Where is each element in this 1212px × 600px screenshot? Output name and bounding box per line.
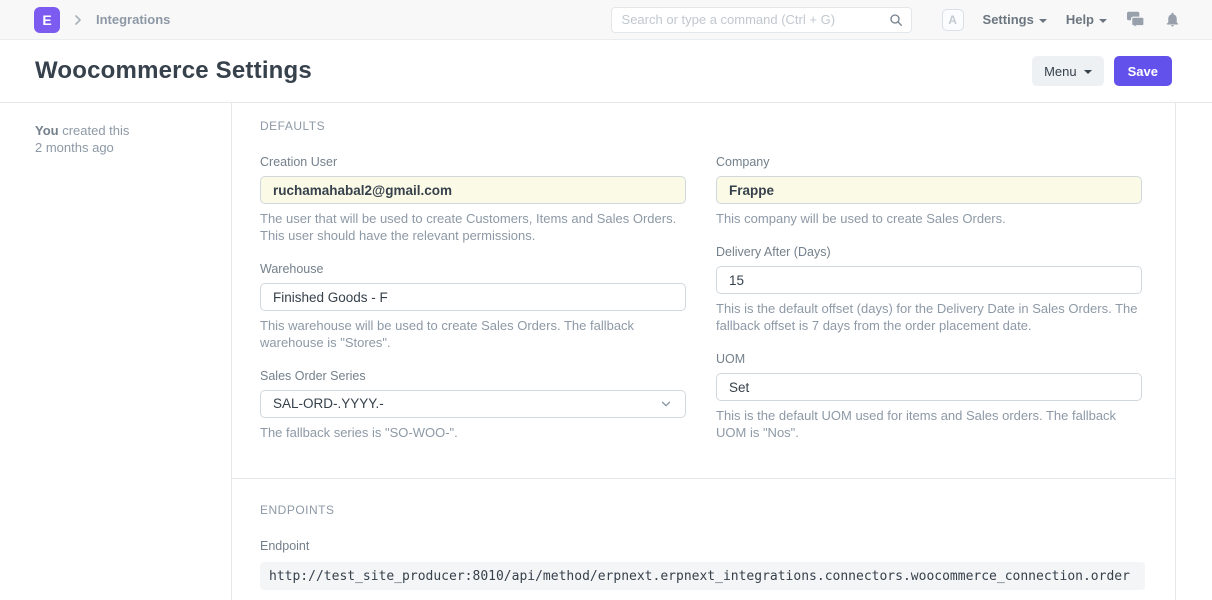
creation-user-label: Creation User [260,155,686,170]
search-icon[interactable] [888,12,904,33]
endpoint-label: Endpoint [260,539,1142,554]
created-by-line: You created this [35,122,211,139]
delivery-after-days-input[interactable] [716,266,1142,294]
creation-user-input[interactable] [260,176,686,204]
search-input[interactable] [611,7,912,33]
defaults-right-column: Company This company will be used to cre… [716,155,1142,459]
chevron-down-icon [1039,19,1047,23]
page-title: Woocommerce Settings [35,57,312,85]
top-navbar: E Integrations A Settings Help [0,0,1212,40]
section-title-endpoints: ENDPOINTS [260,503,1142,517]
company-description: This company will be used to create Sale… [716,210,1142,227]
field-uom: UOM This is the default UOM used for ite… [716,352,1142,441]
delivery-after-days-label: Delivery After (Days) [716,245,1142,260]
uom-description: This is the default UOM used for items a… [716,407,1142,441]
chevron-down-icon [1099,19,1107,23]
company-input[interactable] [716,176,1142,204]
menu-button-label: Menu [1044,64,1077,79]
settings-menu[interactable]: Settings [983,12,1047,27]
page-header: Woocommerce Settings Menu Save [0,40,1212,103]
warehouse-label: Warehouse [260,262,686,277]
chat-icon[interactable] [1126,11,1145,28]
section-defaults: DEFAULTS Creation User The user that wil… [232,103,1175,459]
menu-button[interactable]: Menu [1032,56,1104,86]
field-delivery-after-days: Delivery After (Days) This is the defaul… [716,245,1142,334]
settings-label: Settings [983,12,1034,27]
section-title-defaults: DEFAULTS [260,119,1142,133]
company-label: Company [716,155,1142,170]
erpnext-logo[interactable]: E [34,7,60,33]
section-endpoints: ENDPOINTS Endpoint http://test_site_prod… [232,478,1175,590]
sales-order-series-label: Sales Order Series [260,369,686,384]
page-actions: Menu Save [1032,56,1172,86]
form-sidebar: You created this 2 months ago [0,103,232,600]
chevron-down-icon [659,397,673,411]
uom-label: UOM [716,352,1142,367]
uom-input[interactable] [716,373,1142,401]
created-by-user: You [35,123,59,138]
chevron-down-icon [1084,70,1092,74]
field-sales-order-series: Sales Order Series SAL-ORD-.YYYY.- The f… [260,369,686,441]
sales-order-series-value: SAL-ORD-.YYYY.- [273,391,384,417]
field-creation-user: Creation User The user that will be used… [260,155,686,244]
content-layout: You created this 2 months ago DEFAULTS C… [0,103,1212,600]
creation-user-description: The user that will be used to create Cus… [260,210,686,244]
warehouse-description: This warehouse will be used to create Sa… [260,317,686,351]
defaults-left-column: Creation User The user that will be used… [260,155,686,459]
warehouse-input[interactable] [260,283,686,311]
save-button[interactable]: Save [1114,56,1172,86]
help-menu[interactable]: Help [1066,12,1107,27]
endpoint-value: http://test_site_producer:8010/api/metho… [260,562,1145,590]
global-search [611,7,912,33]
bell-icon[interactable] [1164,11,1181,28]
avatar[interactable]: A [942,9,964,31]
breadcrumb-integrations[interactable]: Integrations [96,12,170,27]
delivery-after-days-description: This is the default offset (days) for th… [716,300,1142,334]
navbar-left: E Integrations [34,7,170,33]
defaults-columns: Creation User The user that will be used… [260,155,1142,459]
help-label: Help [1066,12,1094,27]
navbar-right: A Settings Help [942,9,1181,31]
sales-order-series-select[interactable]: SAL-ORD-.YYYY.- [260,390,686,418]
created-ago: 2 months ago [35,139,211,156]
sales-order-series-description: The fallback series is "SO-WOO-". [260,424,686,441]
chevron-right-icon [70,12,86,28]
field-warehouse: Warehouse This warehouse will be used to… [260,262,686,351]
created-by-text: created this [59,123,130,138]
form-body: DEFAULTS Creation User The user that wil… [232,103,1176,600]
field-company: Company This company will be used to cre… [716,155,1142,227]
